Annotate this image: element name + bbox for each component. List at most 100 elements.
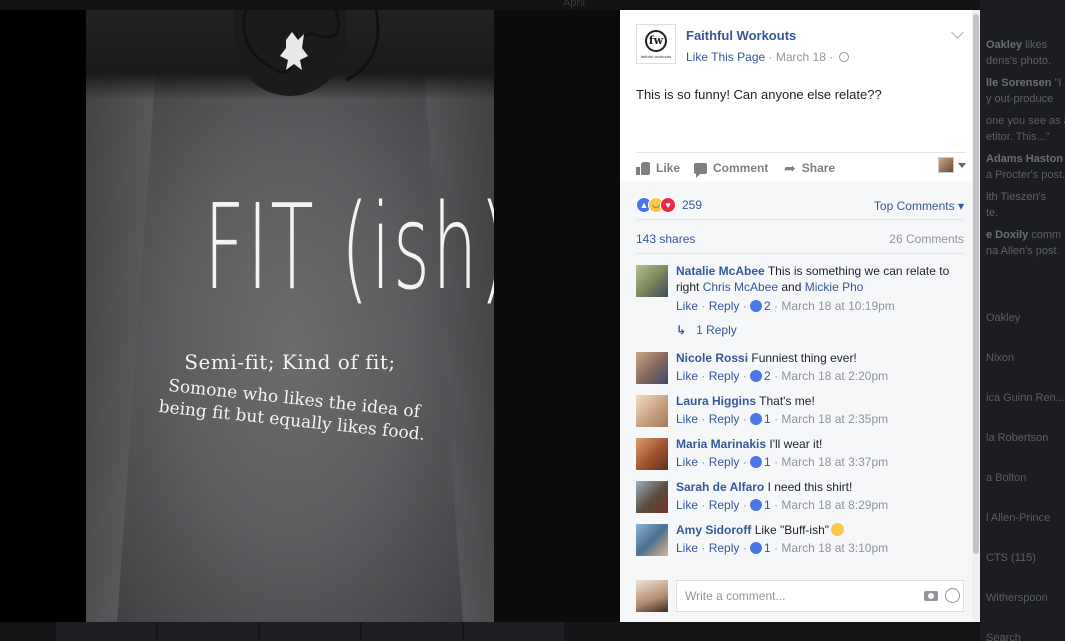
- my-avatar[interactable]: [636, 580, 668, 612]
- comment-like-count[interactable]: 1: [764, 541, 771, 555]
- comment-meta: Like · Reply · 1 · March 18 at 2:35pm: [676, 412, 889, 426]
- tagged-user-link[interactable]: Chris McAbee: [703, 280, 778, 294]
- comment: Maria Marinakis I'll wear it! Like · Rep…: [636, 436, 964, 476]
- comments-section: ▲ ◡ ♥ 259 Top Comments ▾ 143 shares 26 C…: [620, 182, 972, 622]
- comment-like-link[interactable]: Like: [676, 455, 698, 469]
- share-button[interactable]: ➦ Share: [784, 161, 835, 175]
- chat-contact: l Allen-Prince: [986, 512, 1051, 524]
- comment-like-count[interactable]: 1: [764, 412, 771, 426]
- ticker-line: y out-produce: [986, 92, 1065, 106]
- comment-reply-link[interactable]: Reply: [709, 412, 740, 426]
- commenter-avatar[interactable]: [636, 524, 668, 556]
- commenter-avatar[interactable]: [636, 438, 668, 470]
- shirt-title: FIT (ish): [204, 178, 494, 316]
- comment-text: That's me!: [759, 394, 815, 408]
- comment-time[interactable]: March 18 at 2:20pm: [781, 369, 888, 383]
- commenter-avatar[interactable]: [636, 265, 668, 297]
- comment-time[interactable]: March 18 at 3:10pm: [781, 541, 888, 555]
- background-sidebar: Oakley likes dens's photo. lle Sorensen "I…: [980, 0, 1065, 641]
- like-count-icon: [750, 542, 763, 554]
- comment-reply-link[interactable]: Reply: [709, 455, 740, 469]
- scrollbar-thumb[interactable]: [973, 14, 979, 554]
- comment: Sarah de Alfaro I need this shirt! Like …: [636, 479, 964, 519]
- background-thumbnail: [158, 622, 258, 641]
- globe-icon[interactable]: [838, 52, 849, 62]
- shares-count-link[interactable]: 143 shares: [636, 232, 695, 246]
- post-photo[interactable]: FIT (ish) Semi-fit; Kind of fit; Somone …: [86, 10, 494, 622]
- comment-text: Funniest thing ever!: [751, 351, 857, 365]
- comment-like-count[interactable]: 1: [764, 455, 771, 469]
- comment-time[interactable]: March 18 at 3:37pm: [781, 455, 888, 469]
- ticker-line: Oakley likes: [986, 38, 1065, 52]
- reaction-icons[interactable]: ▲ ◡ ♥: [636, 196, 676, 213]
- background-top-strip: April: [0, 0, 1065, 10]
- comment-like-link[interactable]: Like: [676, 498, 698, 512]
- ticker-actor: lle Sorensen: [986, 77, 1052, 89]
- comment-like-count[interactable]: 2: [764, 369, 771, 383]
- comment-like-count[interactable]: 1: [764, 498, 771, 512]
- comment-text: I need this shirt!: [767, 480, 853, 494]
- commenter-avatar[interactable]: [636, 481, 668, 513]
- comment-time[interactable]: March 18 at 8:29pm: [781, 498, 888, 512]
- background-thumbnail: [260, 622, 360, 641]
- top-comments-dropdown[interactable]: Top Comments ▾: [874, 199, 964, 213]
- like-button-label: Like: [656, 161, 681, 175]
- comment-author-link[interactable]: Amy Sidoroff: [676, 523, 751, 537]
- reply-arrow-icon: ↳: [676, 323, 687, 337]
- comment-meta: Like · Reply · 2 · March 18 at 10:19pm: [676, 299, 895, 313]
- chat-contact: la Robertson: [986, 432, 1049, 444]
- page-avatar[interactable]: fw faithful workouts: [636, 24, 676, 64]
- view-replies-link[interactable]: ↳ 1 Reply: [676, 323, 737, 337]
- page-name-link[interactable]: Faithful Workouts: [686, 28, 796, 43]
- comment-button-label: Comment: [713, 161, 769, 175]
- comment-body: Sarah de Alfaro I need this shirt!: [676, 479, 964, 495]
- background-thumbnail: [464, 622, 564, 641]
- chevron-down-icon[interactable]: [951, 26, 964, 39]
- comment-text: Like "Buff-ish": [754, 523, 830, 537]
- actor-selector[interactable]: [938, 157, 966, 173]
- comment-reply-link[interactable]: Reply: [709, 299, 740, 313]
- comment-meta: Like · Reply · 1 · March 18 at 8:29pm: [676, 498, 889, 512]
- love-reaction-icon: ♥: [660, 196, 676, 213]
- ticker-line: one you see as a: [986, 114, 1065, 128]
- comment-author-link[interactable]: Sarah de Alfaro: [676, 480, 764, 494]
- commenter-avatar[interactable]: [636, 395, 668, 427]
- camera-icon[interactable]: [924, 591, 938, 601]
- comment-like-link[interactable]: Like: [676, 299, 698, 313]
- ticker-text: etitor. This...": [986, 131, 1050, 143]
- comment-author-link[interactable]: Natalie McAbee: [676, 264, 765, 278]
- comments-count: 26 Comments: [889, 232, 964, 246]
- comment-button[interactable]: Comment: [694, 161, 769, 178]
- comment-like-link[interactable]: Like: [676, 412, 698, 426]
- chat-contact: CTS (115): [986, 552, 1036, 564]
- commenter-avatar[interactable]: [636, 352, 668, 384]
- reactions-count[interactable]: 259: [682, 198, 702, 212]
- comment-body: Amy Sidoroff Like "Buff-ish": [676, 522, 964, 538]
- comment-like-count[interactable]: 2: [764, 299, 771, 313]
- smiley-icon[interactable]: [945, 588, 960, 603]
- comment-like-link[interactable]: Like: [676, 369, 698, 383]
- reactions-row: ▲ ◡ ♥ 259 Top Comments ▾: [636, 190, 964, 220]
- ticker-line: ith Tieszen's: [986, 190, 1065, 204]
- post-date-link[interactable]: March 18: [776, 50, 826, 64]
- comment-author-link[interactable]: Laura Higgins: [676, 394, 756, 408]
- comment-time[interactable]: March 18 at 2:35pm: [781, 412, 888, 426]
- comment-reply-link[interactable]: Reply: [709, 369, 740, 383]
- comment-icon: [694, 162, 707, 178]
- comment-time[interactable]: March 18 at 10:19pm: [781, 299, 894, 313]
- share-arrow-icon: ➦: [784, 160, 796, 176]
- like-button[interactable]: Like: [636, 161, 680, 175]
- post-meta: Like This Page · March 18 ·: [686, 50, 849, 64]
- comment-like-link[interactable]: Like: [676, 541, 698, 555]
- ticker-text: dens's photo.: [986, 55, 1052, 67]
- comment-author-link[interactable]: Nicole Rossi: [676, 351, 748, 365]
- comment-reply-link[interactable]: Reply: [709, 498, 740, 512]
- comment-body: Nicole Rossi Funniest thing ever!: [676, 350, 964, 366]
- tagged-user-link[interactable]: Mickie Pho: [805, 280, 864, 294]
- comment-input[interactable]: [676, 580, 964, 612]
- comment-author-link[interactable]: Maria Marinakis: [676, 437, 766, 451]
- comment-reply-link[interactable]: Reply: [709, 541, 740, 555]
- comment: Natalie McAbee This is something we can …: [636, 263, 964, 337]
- comment-body: Laura Higgins That's me!: [676, 393, 964, 409]
- like-page-link[interactable]: Like This Page: [686, 50, 765, 64]
